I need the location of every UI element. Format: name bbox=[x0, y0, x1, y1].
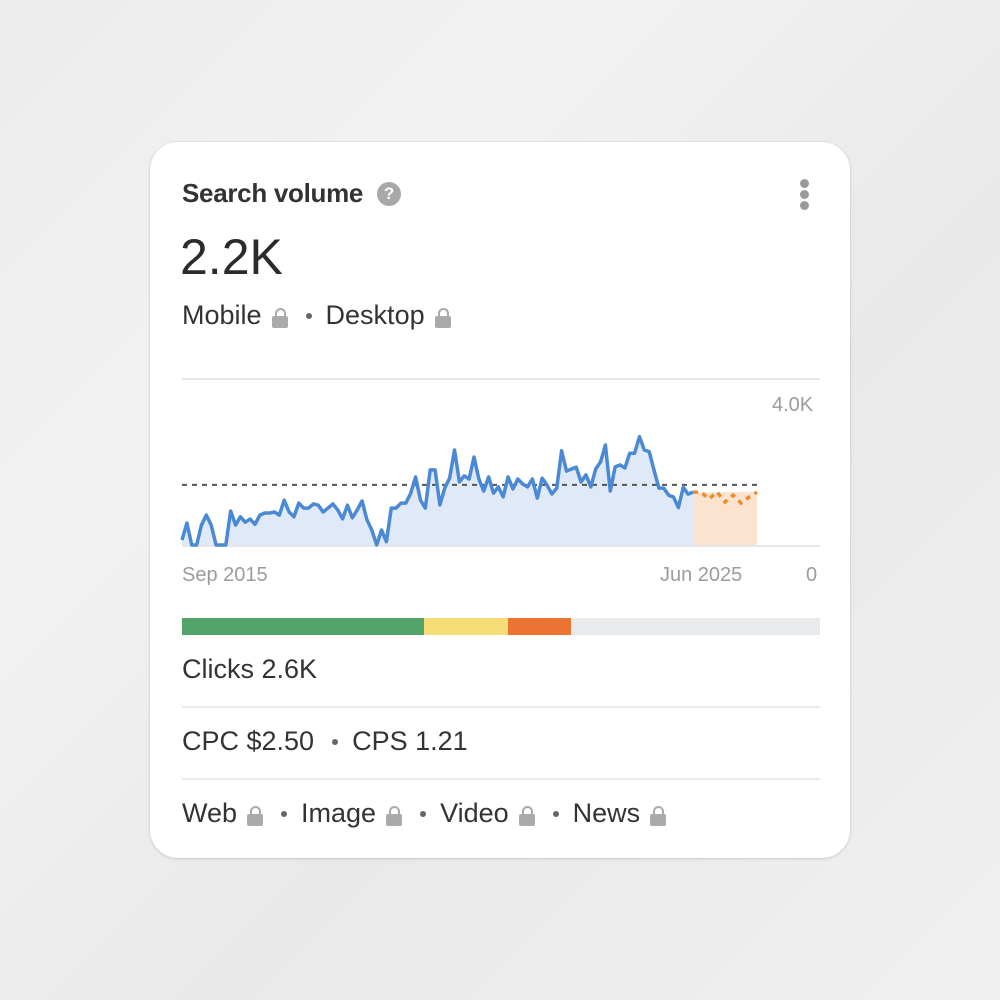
lock-icon[interactable] bbox=[518, 805, 535, 826]
x-tick-start: Sep 2015 bbox=[182, 564, 268, 586]
bar-segment-green bbox=[182, 618, 424, 635]
search-type-image: Image bbox=[301, 798, 377, 828]
cps-value: CPS 1.21 bbox=[352, 726, 468, 756]
lock-icon[interactable] bbox=[247, 805, 264, 826]
x-tick-end: Jun 2025 bbox=[660, 564, 743, 586]
chart-svg bbox=[180, 378, 820, 547]
search-volume-card: Search volume ? 2.2K Mobile Desktop 4.0K… bbox=[150, 142, 850, 858]
cpc-value: CPC $2.50 bbox=[182, 726, 315, 756]
divider bbox=[182, 706, 820, 708]
search-volume-chart: 4.0K 0 Sep 2015 Jun 2025 bbox=[150, 142, 850, 602]
search-type-video: Video bbox=[440, 798, 509, 828]
search-type-web: Web bbox=[182, 798, 238, 828]
bar-segment-orange bbox=[508, 618, 572, 635]
separator-dot bbox=[281, 810, 288, 817]
separator-dot bbox=[552, 810, 559, 817]
lock-icon[interactable] bbox=[386, 805, 403, 826]
cost-metrics: CPC $2.50 CPS 1.21 bbox=[182, 726, 468, 757]
separator-dot bbox=[332, 738, 339, 745]
lock-icon[interactable] bbox=[650, 805, 667, 826]
y-tick-max: 4.0K bbox=[772, 394, 814, 416]
separator-dot bbox=[420, 810, 427, 817]
y-tick-zero: 0 bbox=[806, 564, 818, 586]
search-type-news: News bbox=[572, 798, 641, 828]
clicks-value: Clicks 2.6K bbox=[182, 654, 318, 684]
clicks-distribution-bar bbox=[182, 618, 820, 635]
search-type-breakdown: Web Image Video News bbox=[182, 798, 667, 829]
bar-segment-yellow bbox=[423, 618, 508, 635]
divider bbox=[182, 778, 820, 780]
